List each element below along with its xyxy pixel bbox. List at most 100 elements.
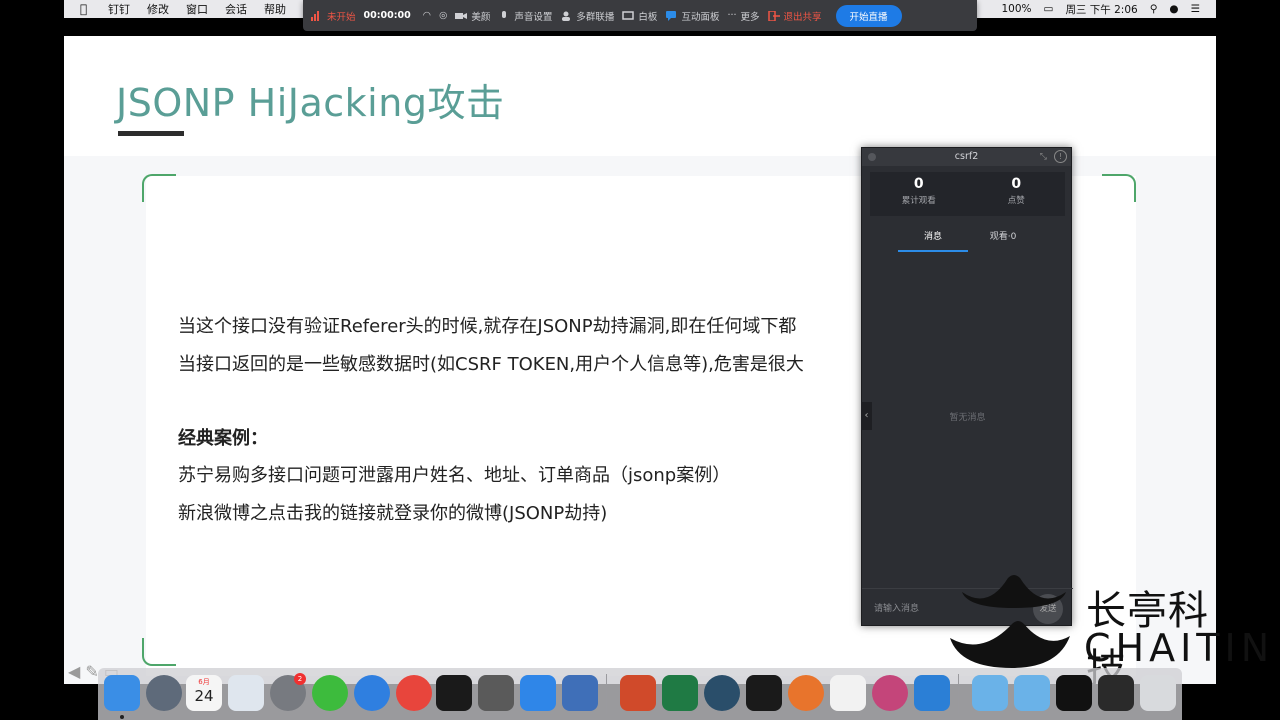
keynote-icon[interactable]	[228, 675, 264, 711]
slide-paragraph-2: 当接口返回的是一些敏感数据时(如CSRF TOKEN,用户个人信息等),危害是很…	[178, 354, 804, 375]
info-icon[interactable]: !	[1054, 150, 1067, 163]
shrink-icon[interactable]: ⤡	[1040, 148, 1047, 166]
menu-item-help[interactable]: 帮助	[264, 1, 286, 17]
clock[interactable]: 周三 下午 2:06	[1065, 2, 1137, 17]
excel-icon[interactable]	[662, 675, 698, 711]
audio-settings-label: 声音设置	[514, 11, 553, 23]
battery-icon[interactable]: ▭	[1044, 3, 1054, 15]
live-toolbar: 未开始 00:00:00 ◠ ◎ 美颜 声音设置 多群联播 白板 互动面板 ··…	[303, 0, 977, 31]
close-dot-icon[interactable]	[868, 153, 876, 161]
powerpoint-icon[interactable]	[620, 675, 656, 711]
beauty-label: 美颜	[471, 11, 491, 23]
safari-icon[interactable]	[354, 675, 390, 711]
exit-share-label: 退出共享	[783, 11, 822, 23]
interactive-panel-label: 互动面板	[681, 11, 720, 23]
more-label: 更多	[740, 11, 760, 23]
search-icon[interactable]: ⚲	[1150, 3, 1158, 15]
multi-group-label: 多群联播	[576, 11, 615, 23]
multi-group-button[interactable]: 多群联播	[560, 9, 614, 23]
record-status-label: 未开始	[327, 11, 356, 23]
tab-messages[interactable]: 消息	[898, 228, 968, 252]
exit-icon	[767, 10, 780, 21]
panel-title: csrf2	[954, 151, 979, 162]
record-status: 未开始	[311, 9, 356, 23]
stat-views: 0 累计观看	[870, 172, 968, 216]
downloads-folder-icon[interactable]	[972, 675, 1008, 711]
window-thumbnail-icon[interactable]	[1056, 675, 1092, 711]
prefs-badge: 2	[294, 673, 306, 685]
message-input[interactable]: 请输入消息	[874, 601, 919, 614]
slide-paragraph-1: 当这个接口没有验证Referer头的时候,就存在JSONP劫持漏洞,即在任何域下…	[178, 316, 797, 337]
wifi-button[interactable]: ◠	[423, 10, 431, 21]
prev-slide-icon[interactable]: ◀	[68, 662, 80, 681]
pen-icon[interactable]: ✎	[85, 662, 98, 681]
dock: 6月 24 2	[98, 668, 1182, 720]
beauty-button[interactable]: 美颜	[455, 9, 490, 23]
whiteboard-button[interactable]: 白板	[622, 9, 657, 23]
battery-percent[interactable]: 100%	[1001, 3, 1031, 15]
panel-titlebar[interactable]: csrf2 ⤡ !	[862, 148, 1071, 166]
terminal-icon[interactable]	[436, 675, 472, 711]
chat-bubble-icon	[666, 10, 677, 21]
menu-item-dingtalk[interactable]: 钉钉	[108, 1, 130, 17]
vscode-icon[interactable]	[914, 675, 950, 711]
cases-heading: 经典案例：	[178, 428, 268, 449]
more-dots-icon: ···	[727, 10, 737, 21]
status-area: 100% ▭ 周三 下午 2:06 ⚲ ● ☰	[989, 0, 1216, 18]
camera-icon	[455, 12, 468, 19]
exit-share-button[interactable]: 退出共享	[767, 9, 822, 23]
network-button[interactable]: ◎	[439, 10, 447, 21]
menu-item-window[interactable]: 窗口	[186, 1, 208, 17]
terminal-window-thumbnail-icon[interactable]	[1098, 675, 1134, 711]
menu-item-session[interactable]: 会话	[225, 1, 247, 17]
corner-bracket-top-right	[1102, 174, 1136, 202]
interactive-panel-button[interactable]: 互动面板	[665, 9, 719, 23]
firefox-icon[interactable]	[788, 675, 824, 711]
chaitin-mustache-logo-icon	[950, 575, 1070, 668]
tab-viewers[interactable]: 观看·0	[968, 228, 1038, 252]
screen:  钉钉 修改 窗口 会话 帮助 100% ▭ 周三 下午 2:06 ⚲ ● ☰…	[0, 0, 1280, 720]
corner-bracket-bottom-left	[142, 638, 176, 666]
views-count: 0	[913, 176, 924, 192]
more-button[interactable]: ··· 更多	[727, 9, 759, 23]
likes-count: 0	[1011, 176, 1022, 192]
dingtalk-icon[interactable]	[520, 675, 556, 711]
siri-icon[interactable]: ●	[1169, 3, 1178, 15]
dock-separator	[606, 674, 607, 714]
calendar-icon[interactable]: 6月 24	[186, 675, 222, 711]
calendar-month: 6月	[198, 678, 210, 686]
terminal-2-icon[interactable]	[746, 675, 782, 711]
java-icon[interactable]	[830, 675, 866, 711]
dock-separator-2	[958, 674, 959, 714]
whiteboard-icon	[622, 10, 635, 20]
trash-icon[interactable]	[1140, 675, 1176, 711]
corner-bracket-top-left	[142, 174, 176, 202]
logo-text-en: CHAITIN	[1084, 626, 1275, 670]
case-item-1: 苏宁易购多接口问题可泄露用户姓名、地址、订单商品（jsonp案例）	[178, 465, 731, 486]
audio-settings-button[interactable]: 声音设置	[498, 9, 552, 23]
microphone-icon	[502, 10, 507, 18]
wireshark-icon[interactable]	[704, 675, 740, 711]
chromium-icon[interactable]	[872, 675, 908, 711]
apple-icon[interactable]: 	[80, 2, 94, 16]
slide-title: JSONP HiJacking攻击	[116, 81, 505, 125]
panel-stats: 0 累计观看 0 点赞	[870, 172, 1065, 216]
menu-item-edit[interactable]: 修改	[147, 1, 169, 17]
wifi-icon: ◠	[422, 10, 432, 21]
launchpad-icon[interactable]	[146, 675, 182, 711]
remote-desktop-icon[interactable]	[562, 675, 598, 711]
likes-label: 点赞	[1007, 196, 1025, 206]
sublime-text-icon[interactable]	[478, 675, 514, 711]
empty-messages: 暂无消息	[949, 413, 986, 423]
live-panel: csrf2 ⤡ ! 0 累计观看 0 点赞 消息 观看·0 ‹ 暂无消息 请输入…	[861, 147, 1073, 626]
start-live-button[interactable]: 开始直播	[835, 4, 902, 27]
wechat-icon[interactable]	[312, 675, 348, 711]
chrome-icon[interactable]	[396, 675, 432, 711]
documents-folder-icon[interactable]	[1014, 675, 1050, 711]
stat-likes: 0 点赞	[968, 172, 1066, 216]
whiteboard-label: 白板	[638, 11, 658, 23]
finder-icon[interactable]	[104, 675, 140, 711]
users-icon	[562, 11, 571, 21]
signal-bars-icon	[311, 10, 319, 21]
notification-center-icon[interactable]: ☰	[1191, 3, 1200, 15]
